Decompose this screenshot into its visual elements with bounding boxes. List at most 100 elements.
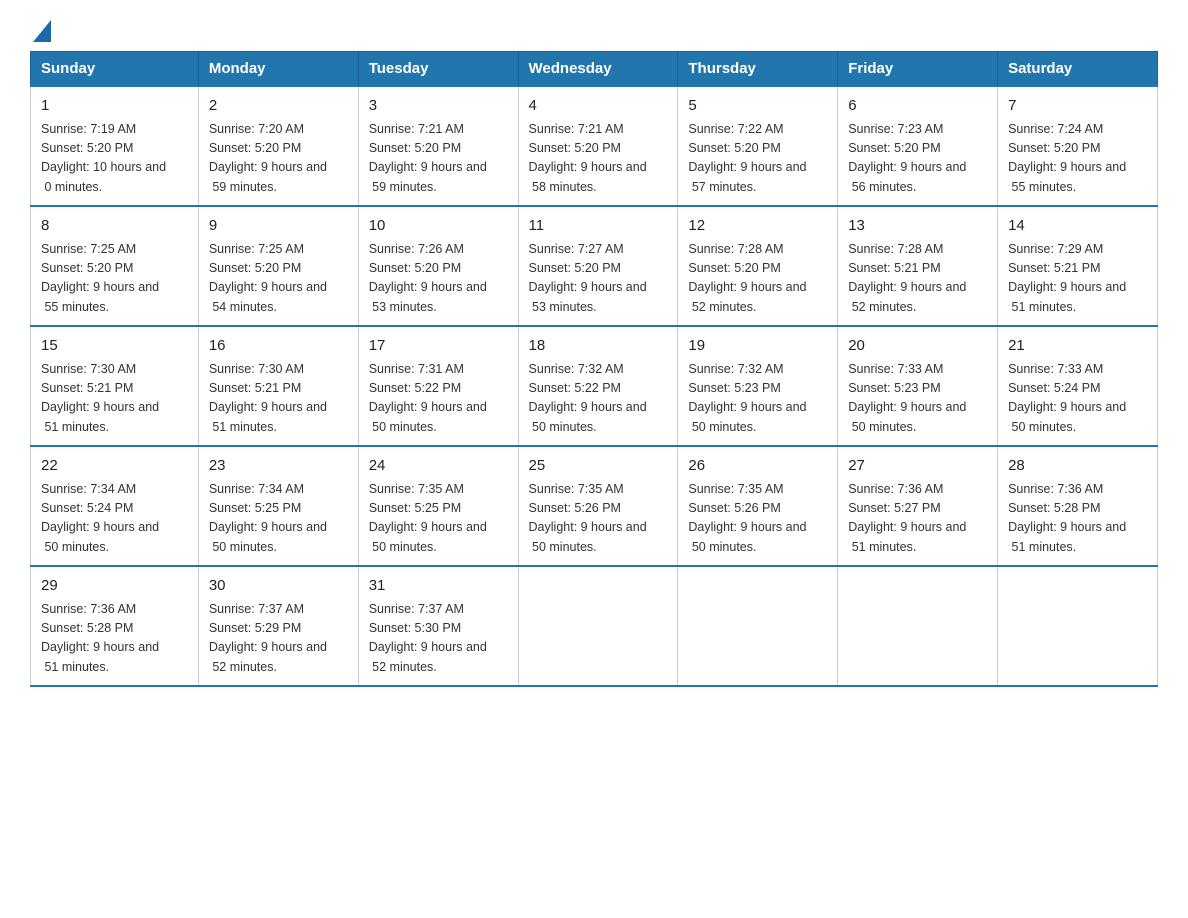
calendar-cell: 6Sunrise: 7:23 AMSunset: 5:20 PMDaylight… (838, 86, 998, 206)
day-info: Sunrise: 7:30 AMSunset: 5:21 PMDaylight:… (41, 360, 188, 438)
day-info: Sunrise: 7:34 AMSunset: 5:24 PMDaylight:… (41, 480, 188, 558)
day-number: 18 (529, 335, 668, 358)
day-number: 11 (529, 215, 668, 238)
day-info: Sunrise: 7:25 AMSunset: 5:20 PMDaylight:… (209, 240, 348, 318)
day-number: 22 (41, 455, 188, 478)
calendar-cell: 25Sunrise: 7:35 AMSunset: 5:26 PMDayligh… (518, 446, 678, 566)
day-number: 8 (41, 215, 188, 238)
day-info: Sunrise: 7:30 AMSunset: 5:21 PMDaylight:… (209, 360, 348, 438)
day-info: Sunrise: 7:32 AMSunset: 5:22 PMDaylight:… (529, 360, 668, 438)
calendar-cell: 17Sunrise: 7:31 AMSunset: 5:22 PMDayligh… (358, 326, 518, 446)
day-number: 25 (529, 455, 668, 478)
day-number: 10 (369, 215, 508, 238)
day-number: 1 (41, 95, 188, 118)
calendar-cell: 5Sunrise: 7:22 AMSunset: 5:20 PMDaylight… (678, 86, 838, 206)
calendar-cell (518, 566, 678, 686)
day-number: 24 (369, 455, 508, 478)
calendar-cell: 3Sunrise: 7:21 AMSunset: 5:20 PMDaylight… (358, 86, 518, 206)
day-info: Sunrise: 7:32 AMSunset: 5:23 PMDaylight:… (688, 360, 827, 438)
calendar-cell: 27Sunrise: 7:36 AMSunset: 5:27 PMDayligh… (838, 446, 998, 566)
day-info: Sunrise: 7:35 AMSunset: 5:26 PMDaylight:… (688, 480, 827, 558)
header-sunday: Sunday (31, 52, 199, 87)
day-info: Sunrise: 7:21 AMSunset: 5:20 PMDaylight:… (529, 120, 668, 198)
calendar-cell: 30Sunrise: 7:37 AMSunset: 5:29 PMDayligh… (198, 566, 358, 686)
day-info: Sunrise: 7:33 AMSunset: 5:23 PMDaylight:… (848, 360, 987, 438)
day-number: 7 (1008, 95, 1147, 118)
calendar-cell: 20Sunrise: 7:33 AMSunset: 5:23 PMDayligh… (838, 326, 998, 446)
calendar-cell: 4Sunrise: 7:21 AMSunset: 5:20 PMDaylight… (518, 86, 678, 206)
day-number: 12 (688, 215, 827, 238)
calendar-week-row: 8 Sunrise: 7:25 AMSunset: 5:20 PMDaylight… (31, 206, 1158, 326)
calendar-cell: 10Sunrise: 7:26 AMSunset: 5:20 PMDayligh… (358, 206, 518, 326)
calendar-header-row: SundayMondayTuesdayWednesdayThursdayFrid… (31, 52, 1158, 87)
calendar-cell: 13Sunrise: 7:28 AMSunset: 5:21 PMDayligh… (838, 206, 998, 326)
day-info: Sunrise: 7:31 AMSunset: 5:22 PMDaylight:… (369, 360, 508, 438)
day-number: 27 (848, 455, 987, 478)
day-number: 3 (369, 95, 508, 118)
day-info: Sunrise: 7:35 AMSunset: 5:26 PMDaylight:… (529, 480, 668, 558)
day-number: 26 (688, 455, 827, 478)
day-number: 21 (1008, 335, 1147, 358)
day-number: 9 (209, 215, 348, 238)
day-info: Sunrise: 7:19 AMSunset: 5:20 PMDaylight:… (41, 120, 188, 198)
calendar-cell: 31Sunrise: 7:37 AMSunset: 5:30 PMDayligh… (358, 566, 518, 686)
day-number: 13 (848, 215, 987, 238)
calendar-week-row: 22Sunrise: 7:34 AMSunset: 5:24 PMDayligh… (31, 446, 1158, 566)
calendar-cell: 11Sunrise: 7:27 AMSunset: 5:20 PMDayligh… (518, 206, 678, 326)
day-number: 19 (688, 335, 827, 358)
day-info: Sunrise: 7:37 AMSunset: 5:29 PMDaylight:… (209, 600, 348, 678)
calendar-cell: 12Sunrise: 7:28 AMSunset: 5:20 PMDayligh… (678, 206, 838, 326)
day-number: 20 (848, 335, 987, 358)
day-info: Sunrise: 7:33 AMSunset: 5:24 PMDaylight:… (1008, 360, 1147, 438)
calendar-cell: 22Sunrise: 7:34 AMSunset: 5:24 PMDayligh… (31, 446, 199, 566)
day-info: Sunrise: 7:27 AMSunset: 5:20 PMDaylight:… (529, 240, 668, 318)
day-number: 6 (848, 95, 987, 118)
day-number: 17 (369, 335, 508, 358)
calendar-cell: 21Sunrise: 7:33 AMSunset: 5:24 PMDayligh… (998, 326, 1158, 446)
header-thursday: Thursday (678, 52, 838, 87)
day-number: 30 (209, 575, 348, 598)
header-wednesday: Wednesday (518, 52, 678, 87)
calendar-cell: 7Sunrise: 7:24 AMSunset: 5:20 PMDaylight… (998, 86, 1158, 206)
day-info: Sunrise: 7:22 AMSunset: 5:20 PMDaylight:… (688, 120, 827, 198)
logo (30, 20, 51, 41)
day-number: 16 (209, 335, 348, 358)
calendar-cell (678, 566, 838, 686)
calendar-cell: 28Sunrise: 7:36 AMSunset: 5:28 PMDayligh… (998, 446, 1158, 566)
day-number: 29 (41, 575, 188, 598)
calendar-cell: 23Sunrise: 7:34 AMSunset: 5:25 PMDayligh… (198, 446, 358, 566)
day-info: Sunrise: 7:28 AMSunset: 5:21 PMDaylight:… (848, 240, 987, 318)
calendar-cell (998, 566, 1158, 686)
calendar-cell: 24Sunrise: 7:35 AMSunset: 5:25 PMDayligh… (358, 446, 518, 566)
calendar-table: SundayMondayTuesdayWednesdayThursdayFrid… (30, 51, 1158, 687)
day-number: 28 (1008, 455, 1147, 478)
calendar-cell: 9Sunrise: 7:25 AMSunset: 5:20 PMDaylight… (198, 206, 358, 326)
calendar-week-row: 29Sunrise: 7:36 AMSunset: 5:28 PMDayligh… (31, 566, 1158, 686)
calendar-cell: 18Sunrise: 7:32 AMSunset: 5:22 PMDayligh… (518, 326, 678, 446)
day-number: 15 (41, 335, 188, 358)
day-info: Sunrise: 7:20 AMSunset: 5:20 PMDaylight:… (209, 120, 348, 198)
day-info: Sunrise: 7:23 AMSunset: 5:20 PMDaylight:… (848, 120, 987, 198)
day-number: 14 (1008, 215, 1147, 238)
day-info: Sunrise: 7:24 AMSunset: 5:20 PMDaylight:… (1008, 120, 1147, 198)
calendar-cell: 14Sunrise: 7:29 AMSunset: 5:21 PMDayligh… (998, 206, 1158, 326)
day-info: Sunrise: 7:36 AMSunset: 5:28 PMDaylight:… (41, 600, 188, 678)
day-number: 31 (369, 575, 508, 598)
day-info: Sunrise: 7:28 AMSunset: 5:20 PMDaylight:… (688, 240, 827, 318)
day-number: 5 (688, 95, 827, 118)
calendar-cell: 2Sunrise: 7:20 AMSunset: 5:20 PMDaylight… (198, 86, 358, 206)
day-info: Sunrise: 7:21 AMSunset: 5:20 PMDaylight:… (369, 120, 508, 198)
header-saturday: Saturday (998, 52, 1158, 87)
logo-triangle-icon (33, 20, 51, 47)
page-header (30, 20, 1158, 41)
calendar-cell: 15Sunrise: 7:30 AMSunset: 5:21 PMDayligh… (31, 326, 199, 446)
calendar-week-row: 1Sunrise: 7:19 AMSunset: 5:20 PMDaylight… (31, 86, 1158, 206)
day-number: 4 (529, 95, 668, 118)
calendar-week-row: 15Sunrise: 7:30 AMSunset: 5:21 PMDayligh… (31, 326, 1158, 446)
header-friday: Friday (838, 52, 998, 87)
day-info: Sunrise: 7:37 AMSunset: 5:30 PMDaylight:… (369, 600, 508, 678)
day-number: 2 (209, 95, 348, 118)
day-info: Sunrise: 7:29 AMSunset: 5:21 PMDaylight:… (1008, 240, 1147, 318)
calendar-cell: 16Sunrise: 7:30 AMSunset: 5:21 PMDayligh… (198, 326, 358, 446)
calendar-cell: 8Sunrise: 7:25 AMSunset: 5:20 PMDaylight… (31, 206, 199, 326)
